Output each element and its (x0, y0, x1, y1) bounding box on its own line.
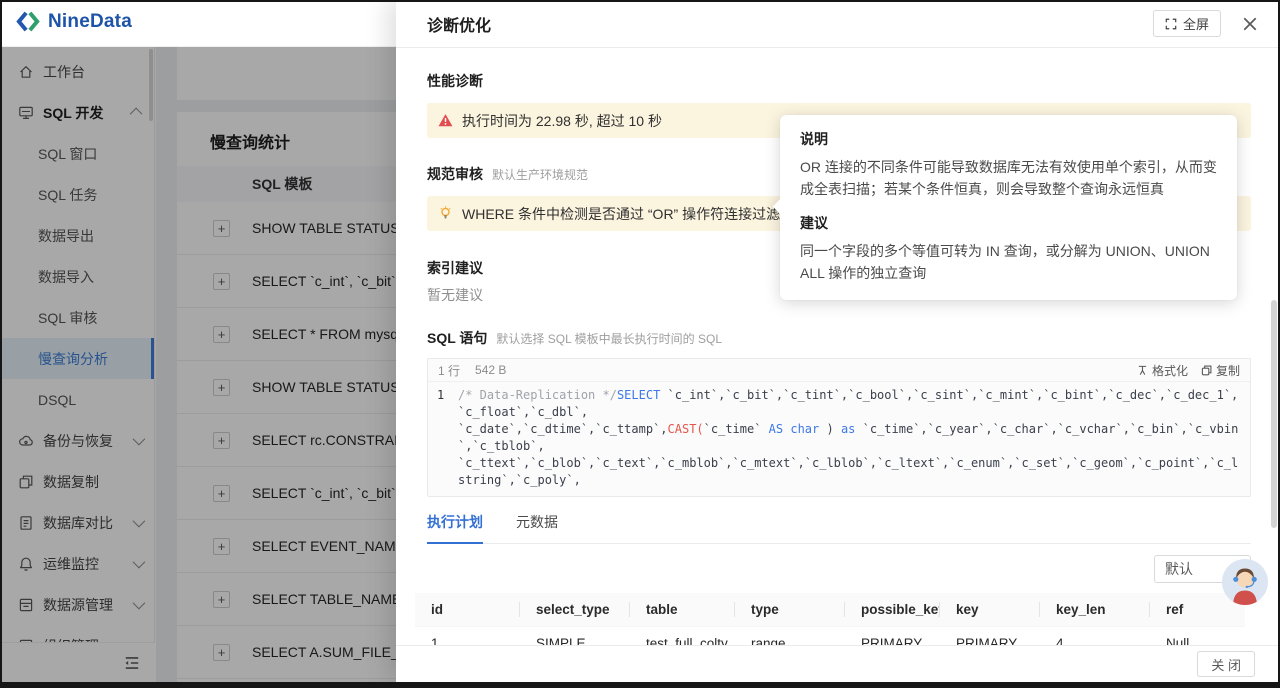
plan-mode-value: 默认 (1165, 559, 1193, 579)
copy-button[interactable]: 复制 (1201, 362, 1240, 379)
tab-execution-plan[interactable]: 执行计划 (427, 512, 483, 544)
sql-code-text: /* Data-Replication */SELECT `c_int`,`c_… (458, 387, 1240, 489)
plan-column-header: key (940, 593, 1040, 626)
format-button[interactable]: 格式化 (1137, 362, 1188, 379)
copy-icon (1201, 365, 1212, 376)
plan-column-header: possible_keys (845, 593, 940, 626)
plan-column-header: table (630, 593, 735, 626)
tooltip-explain-body: OR 连接的不同条件可能导致数据库无法有效使用单个索引，从而变成全表扫描；若某个… (800, 156, 1217, 200)
tooltip-explain-title: 说明 (800, 129, 1217, 149)
tooltip-suggest-body: 同一个字段的多个等值可转为 IN 查询，或分解为 UNION、UNION ALL… (800, 240, 1217, 284)
drawer-scrollbar[interactable] (1271, 300, 1277, 528)
sql-code-block: 1 行 542 B 格式化 (427, 358, 1251, 497)
code-line: `c_date`,`c_dtime`,`c_ttamp`,CAST(`c_tim… (458, 421, 1240, 455)
perf-alert-text: 执行时间为 22.98 秒, 超过 10 秒 (462, 111, 662, 131)
sql-subtitle: 默认选择 SQL 模板中最长执行时间的 SQL (496, 330, 722, 347)
plan-column-header: select_type (520, 593, 630, 626)
code-editor[interactable]: 1 /* Data-Replication */SELECT `c_int`,`… (428, 382, 1250, 496)
code-line-count: 1 行 (438, 362, 460, 379)
close-button[interactable]: 关 闭 (1197, 651, 1255, 677)
plan-table-header: idselect_typetabletypepossible_keyskeyke… (415, 593, 1245, 626)
rule-tooltip: 说明 OR 连接的不同条件可能导致数据库无法有效使用单个索引，从而变成全表扫描；… (780, 115, 1237, 300)
diagnosis-drawer: 诊断优化 全屏 性能诊断 (396, 0, 1280, 682)
review-subtitle: 默认生产环境规范 (492, 166, 588, 183)
copy-label: 复制 (1216, 362, 1240, 379)
code-toolbar: 1 行 542 B 格式化 (428, 359, 1250, 382)
brand-logo[interactable]: NineData (16, 10, 132, 33)
warning-icon (438, 113, 453, 128)
perf-section-title: 性能诊断 (427, 71, 1251, 91)
fullscreen-icon (1165, 18, 1177, 30)
code-line: `c_ttext`,`c_blob`,`c_text`,`c_mblob`,`c… (458, 455, 1240, 489)
plan-column-header: type (735, 593, 845, 626)
app-root: NineData 工作台SQL 开发SQL 窗口SQL 任务数据导出数据导入SQ… (0, 0, 1280, 688)
format-icon (1137, 365, 1148, 376)
plan-column-header: id (415, 593, 520, 626)
tooltip-suggest-title: 建议 (800, 213, 1217, 233)
code-byte-size: 542 B (475, 363, 506, 377)
review-alert-text: WHERE 条件中检测是否通过 “OR” 操作符连接过滤条件 (462, 204, 808, 224)
ninedata-logo-icon (16, 10, 41, 33)
drawer-header: 诊断优化 全屏 (396, 0, 1280, 48)
code-line: /* Data-Replication */SELECT `c_int`,`c_… (458, 387, 1240, 421)
plan-column-header: key_len (1040, 593, 1150, 626)
review-section-title: 规范审核 (427, 164, 483, 184)
brand-name: NineData (48, 11, 132, 33)
tab-metadata[interactable]: 元数据 (516, 512, 558, 544)
drawer-title: 诊断优化 (427, 12, 491, 36)
bulb-icon (438, 206, 453, 221)
support-avatar[interactable] (1222, 559, 1268, 605)
format-label: 格式化 (1152, 362, 1188, 379)
drawer-mask[interactable] (0, 47, 396, 688)
fullscreen-label: 全屏 (1183, 14, 1209, 33)
plan-tabs: 执行计划 元数据 (427, 512, 1251, 544)
line-number: 1 (437, 387, 449, 489)
drawer-footer: 关 闭 (396, 645, 1280, 682)
fullscreen-button[interactable]: 全屏 (1153, 10, 1221, 37)
sql-section-title: SQL 语句 (427, 328, 487, 348)
close-icon[interactable] (1242, 16, 1258, 32)
